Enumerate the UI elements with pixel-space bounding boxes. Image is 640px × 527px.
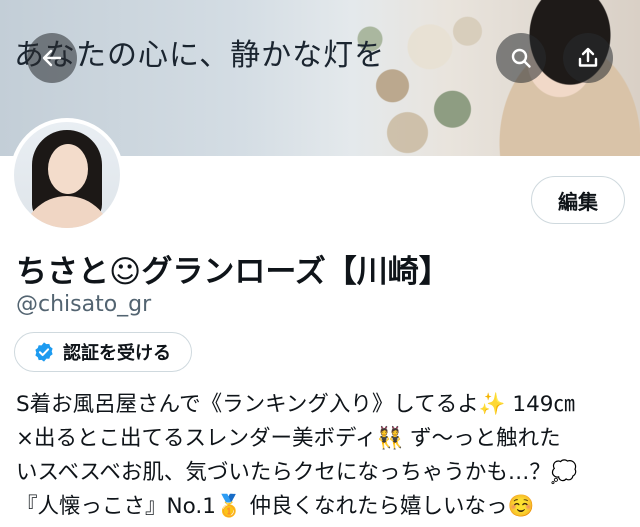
bio-line: いスベスベお肌、気づいたらクセになっちゃうかも…？💭 <box>16 460 578 485</box>
avatar[interactable] <box>10 118 124 232</box>
arrow-left-icon <box>42 49 62 67</box>
bio-line: 『人懐っこさ』No.1🥇 仲良くなれたら嬉しいなっ☺️ <box>16 494 535 519</box>
search-button[interactable] <box>496 33 546 83</box>
handle: @chisato_gr <box>16 292 152 317</box>
display-name: ちさと☺グランローズ【川崎】 <box>16 254 450 290</box>
avatar-photo <box>14 122 120 228</box>
share-button[interactable] <box>563 33 613 83</box>
bio-line: S着お風呂屋さんで《ランキング入り》してるよ✨ 149㎝ <box>16 392 575 417</box>
bio-line: ×出るとこ出てるスレンダー美ボディ👯 ず〜っと触れた <box>16 426 561 451</box>
verified-badge-icon <box>35 342 53 362</box>
banner-person-image <box>460 0 640 156</box>
back-button[interactable] <box>27 33 77 83</box>
share-icon <box>578 47 598 67</box>
get-verified-button[interactable]: 認証を受ける <box>14 332 192 372</box>
search-icon <box>511 48 531 68</box>
profile-bio: S着お風呂屋さんで《ランキング入り》してるよ✨ 149㎝ ×出るとこ出てるスレン… <box>16 388 631 524</box>
edit-profile-button[interactable]: 編集 <box>531 176 625 224</box>
get-verified-label: 認証を受ける <box>63 343 171 364</box>
